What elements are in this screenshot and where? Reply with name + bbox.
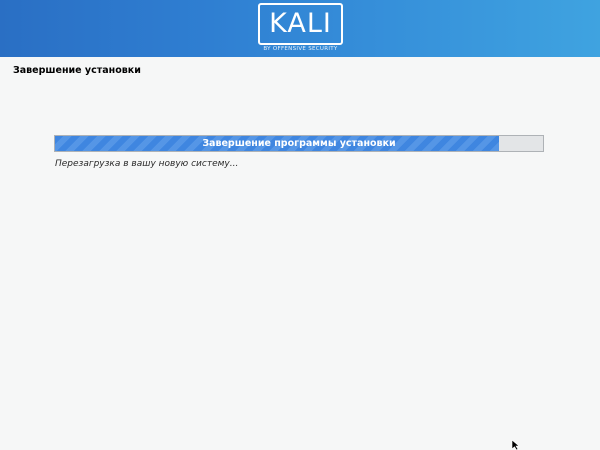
progress-label: Завершение программы установки xyxy=(202,138,396,149)
kali-logo: KALI BY OFFENSIVE SECURITY xyxy=(258,3,343,55)
page-title: Завершение установки xyxy=(13,65,141,76)
status-message: Перезагрузка в вашу новую систему... xyxy=(55,159,239,169)
logo-subtitle: BY OFFENSIVE SECURITY xyxy=(263,46,338,52)
mouse-pointer-icon xyxy=(511,440,520,450)
progress-bar: Завершение программы установки xyxy=(54,135,544,152)
logo-text: KALI xyxy=(269,8,332,39)
header-banner: KALI BY OFFENSIVE SECURITY xyxy=(0,0,600,57)
